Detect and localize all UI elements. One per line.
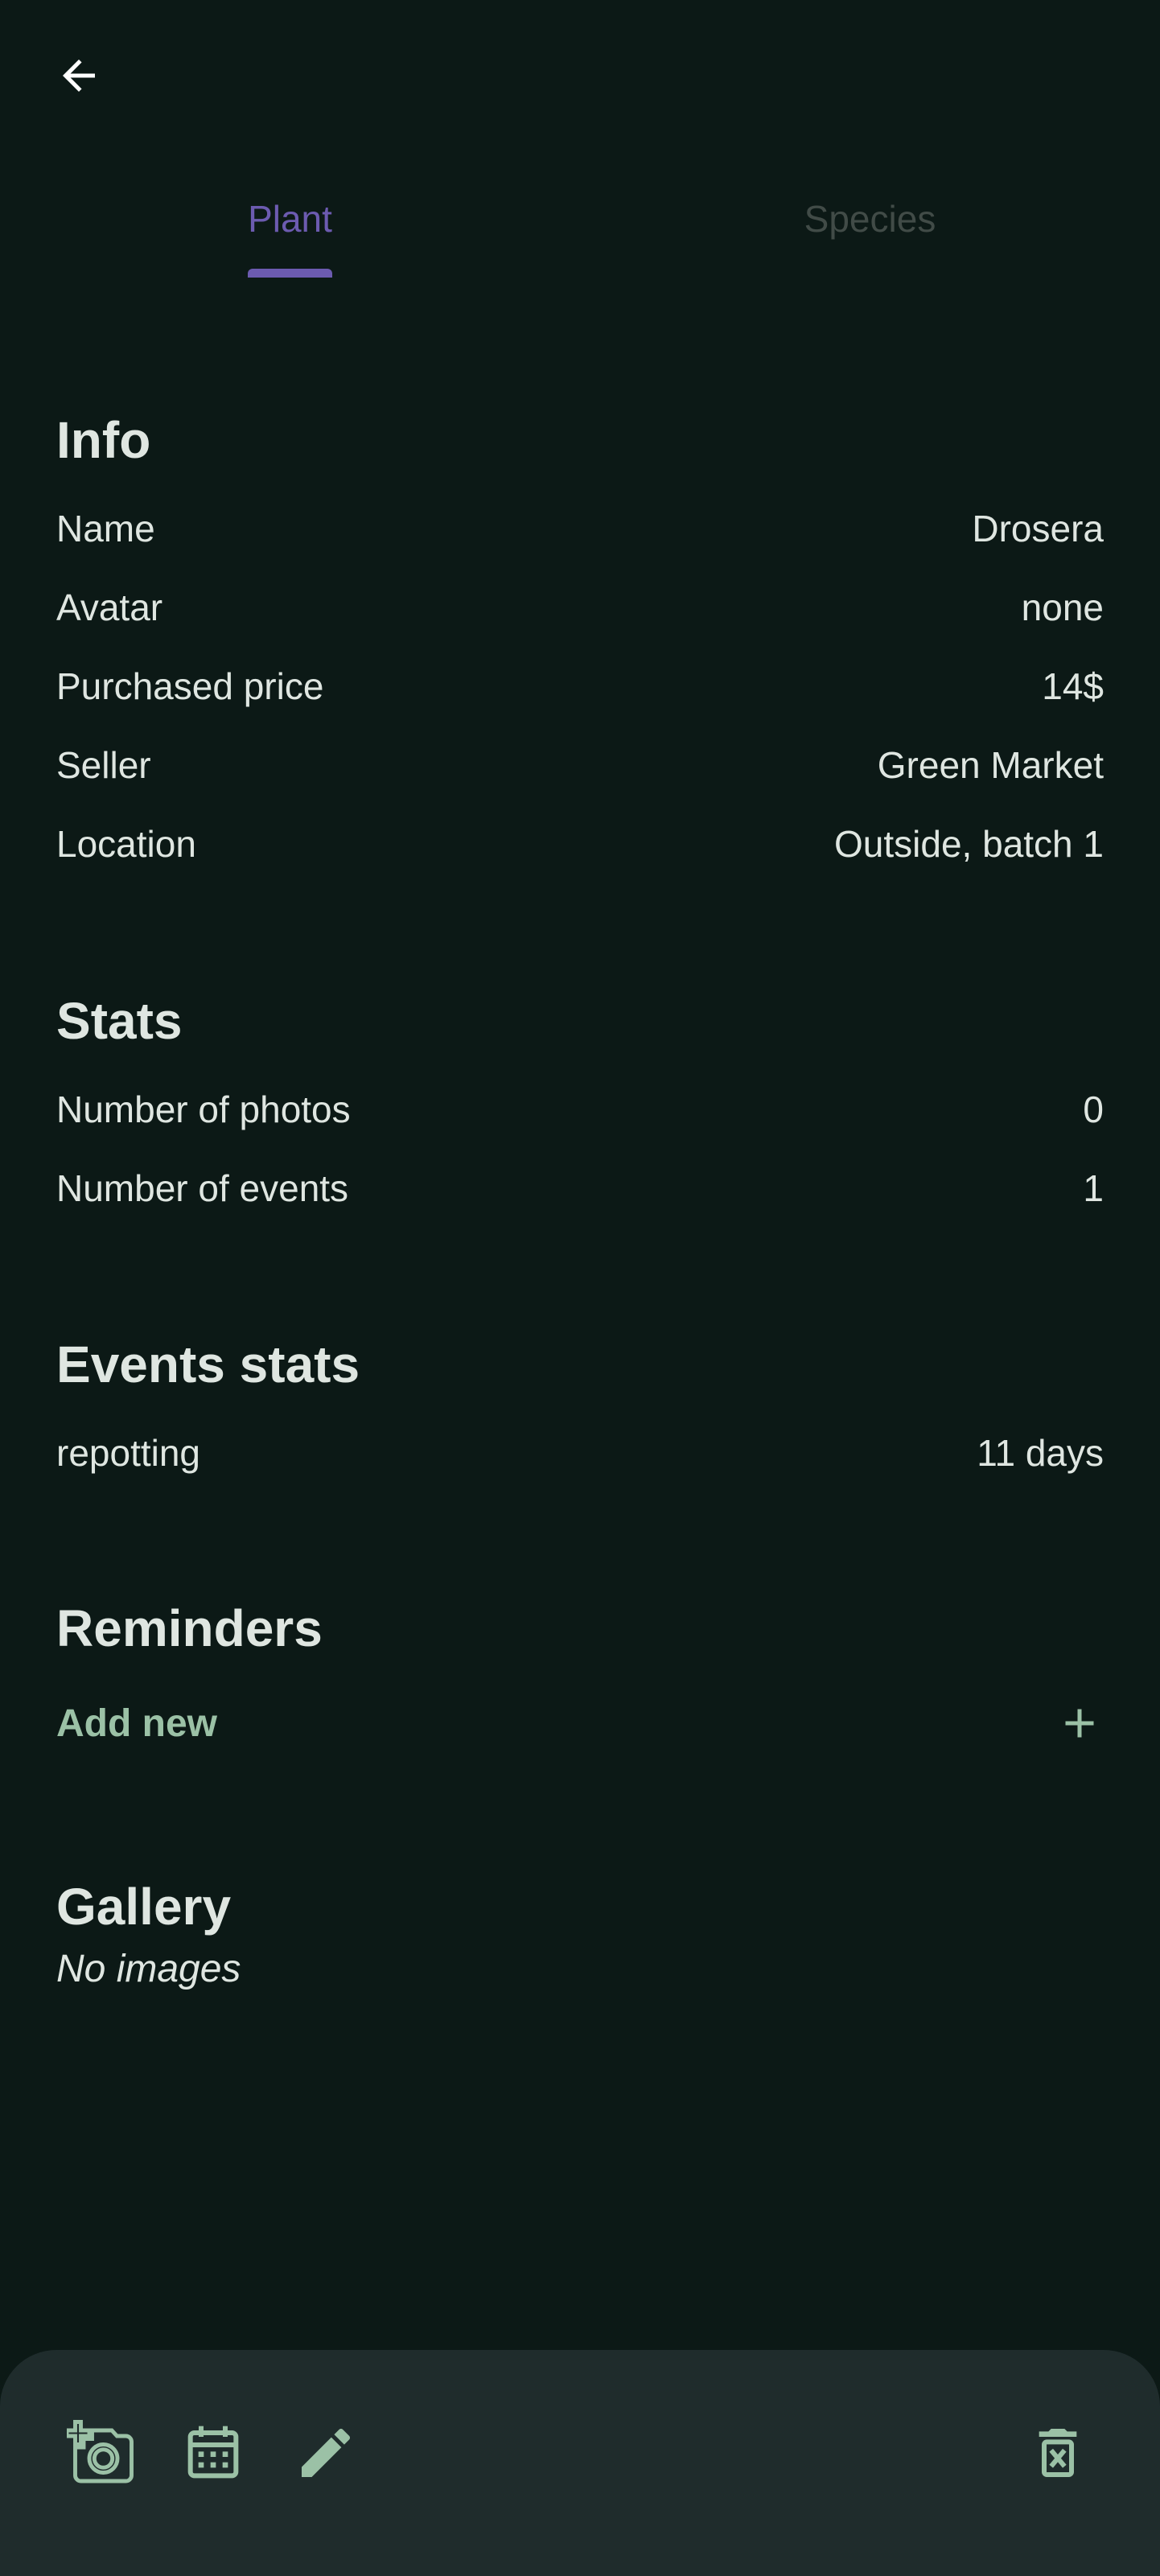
bottom-app-bar [0, 2350, 1160, 2576]
add-reminder-label[interactable]: Add new [56, 1702, 217, 1746]
info-row-name: Name Drosera [56, 504, 1104, 553]
info-section-title: Info [56, 411, 151, 469]
edit-pencil-icon [294, 2421, 358, 2489]
add-reminder-row[interactable]: Add new [56, 1699, 1104, 1747]
delete-icon [1026, 2421, 1090, 2489]
info-row-value: none [1021, 586, 1104, 628]
info-row-label: Purchased price [56, 665, 324, 707]
stats-section-title: Stats [56, 992, 183, 1050]
tab-active-indicator [248, 269, 332, 278]
tab-species[interactable]: Species [580, 161, 1160, 294]
events-stats-section-title: Events stats [56, 1335, 360, 1393]
events-stats-row-label: repotting [56, 1432, 201, 1474]
stats-row-label: Number of events [56, 1167, 349, 1209]
calendar-button[interactable] [173, 2414, 253, 2495]
stats-row-events: Number of events 1 [56, 1164, 1104, 1212]
info-row-avatar: Avatar none [56, 583, 1104, 632]
info-row-value: Drosera [972, 508, 1104, 549]
plus-icon[interactable] [1055, 1699, 1104, 1747]
tab-plant-label: Plant [248, 198, 332, 240]
info-row-value: Green Market [877, 744, 1104, 786]
calendar-icon [181, 2421, 245, 2489]
info-row-label: Avatar [56, 586, 163, 628]
events-stats-row-repotting: repotting 11 days [56, 1429, 1104, 1477]
events-stats-row-value: 11 days [977, 1432, 1104, 1474]
stats-row-value: 0 [1083, 1088, 1104, 1130]
info-row-purchased-price: Purchased price 14$ [56, 662, 1104, 710]
add-photo-icon [64, 2419, 134, 2491]
tab-species-label: Species [804, 198, 936, 240]
stats-row-photos: Number of photos 0 [56, 1085, 1104, 1134]
add-photo-button[interactable] [60, 2414, 141, 2495]
info-row-label: Name [56, 508, 155, 549]
info-row-seller: Seller Green Market [56, 741, 1104, 789]
tab-bar: Plant Species [0, 161, 1160, 294]
delete-button[interactable] [1018, 2414, 1098, 2495]
gallery-section-title: Gallery [56, 1878, 232, 1936]
back-button[interactable] [42, 40, 116, 114]
info-row-value: 14$ [1042, 665, 1104, 707]
gallery-empty-text: No images [56, 1948, 241, 1990]
info-row-value: Outside, batch 1 [834, 823, 1104, 865]
stats-row-label: Number of photos [56, 1088, 351, 1130]
info-row-label: Seller [56, 744, 151, 786]
arrow-left-icon [55, 51, 103, 104]
edit-button[interactable] [286, 2414, 366, 2495]
reminders-section-title: Reminders [56, 1599, 323, 1657]
stats-row-value: 1 [1083, 1167, 1104, 1209]
tab-plant[interactable]: Plant [0, 161, 580, 294]
info-row-label: Location [56, 823, 196, 865]
info-row-location: Location Outside, batch 1 [56, 820, 1104, 868]
